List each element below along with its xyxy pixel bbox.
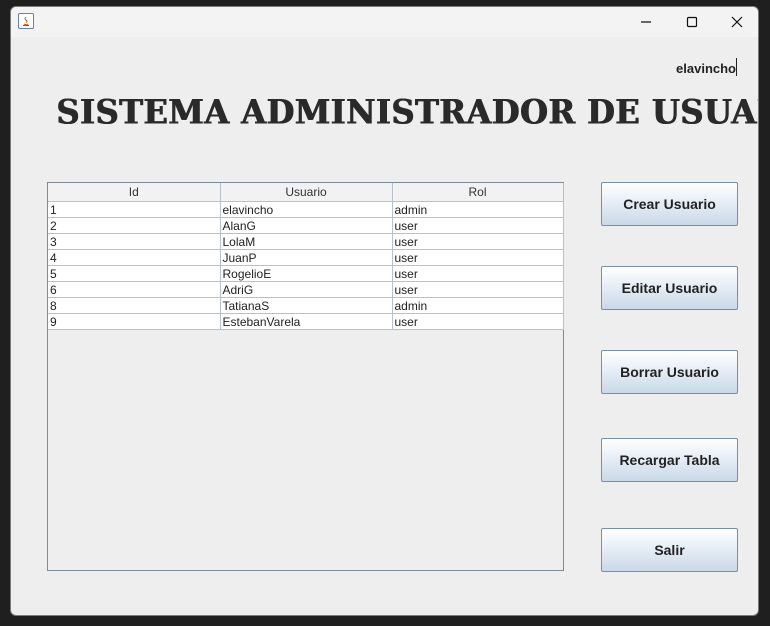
table-header-row: Id Usuario Rol xyxy=(48,183,564,202)
cell-id[interactable]: 1 xyxy=(48,201,221,218)
minimize-icon xyxy=(641,21,651,23)
cell-usuario[interactable]: TatianaS xyxy=(219,297,393,314)
cell-usuario[interactable]: RogelioE xyxy=(219,265,393,282)
crear-usuario-button[interactable]: Crear Usuario xyxy=(601,182,738,226)
title-bar xyxy=(11,7,758,37)
cell-id[interactable]: 8 xyxy=(48,297,221,314)
cell-rol[interactable]: user xyxy=(391,233,564,250)
page-title: SISTEMA ADMINISTRADOR DE USUARIOS xyxy=(56,92,758,132)
table-row[interactable]: 3 LolaM user xyxy=(48,233,564,250)
table-row[interactable]: 9 EstebanVarela user xyxy=(48,313,564,330)
table-row[interactable]: 8 TatianaS admin xyxy=(48,297,564,314)
cell-usuario[interactable]: JuanP xyxy=(219,249,393,266)
table-row[interactable]: 1 elavincho admin xyxy=(48,201,564,218)
cell-rol[interactable]: user xyxy=(391,217,564,234)
salir-button[interactable]: Salir xyxy=(601,528,738,572)
cell-rol[interactable]: admin xyxy=(391,297,564,314)
cell-usuario[interactable]: AdriG xyxy=(219,281,393,298)
cell-usuario[interactable]: LolaM xyxy=(219,233,393,250)
cell-id[interactable]: 2 xyxy=(48,217,221,234)
column-header-id[interactable]: Id xyxy=(48,183,221,202)
column-header-usuario[interactable]: Usuario xyxy=(219,183,393,202)
borrar-usuario-button[interactable]: Borrar Usuario xyxy=(601,350,738,394)
cell-rol[interactable]: user xyxy=(391,313,564,330)
cell-rol[interactable]: admin xyxy=(391,201,564,218)
logged-user-label: elavincho xyxy=(676,61,736,76)
text-caret xyxy=(736,58,737,76)
table-row[interactable]: 5 RogelioE user xyxy=(48,265,564,282)
minimize-button[interactable] xyxy=(623,7,669,37)
column-header-rol[interactable]: Rol xyxy=(391,183,564,202)
recargar-tabla-button[interactable]: Recargar Tabla xyxy=(601,438,738,482)
table-row[interactable]: 6 AdriG user xyxy=(48,281,564,298)
cell-rol[interactable]: user xyxy=(391,281,564,298)
cell-id[interactable]: 6 xyxy=(48,281,221,298)
cell-usuario[interactable]: elavincho xyxy=(219,201,393,218)
cell-id[interactable]: 4 xyxy=(48,249,221,266)
maximize-button[interactable] xyxy=(669,7,715,37)
java-app-icon[interactable] xyxy=(18,13,34,29)
table-row[interactable]: 2 AlanG user xyxy=(48,217,564,234)
cell-rol[interactable]: user xyxy=(391,249,564,266)
app-window: elavincho SISTEMA ADMINISTRADOR DE USUAR… xyxy=(10,6,759,616)
cell-usuario[interactable]: EstebanVarela xyxy=(219,313,393,330)
close-button[interactable] xyxy=(714,7,758,37)
cell-id[interactable]: 3 xyxy=(48,233,221,250)
editar-usuario-button[interactable]: Editar Usuario xyxy=(601,266,738,310)
cell-id[interactable]: 9 xyxy=(48,313,221,330)
maximize-icon xyxy=(686,16,698,28)
cell-usuario[interactable]: AlanG xyxy=(219,217,393,234)
table-row[interactable]: 4 JuanP user xyxy=(48,249,564,266)
users-table[interactable]: Id Usuario Rol 1 elavincho admin 2 AlanG… xyxy=(47,182,564,571)
cell-id[interactable]: 5 xyxy=(48,265,221,282)
close-icon xyxy=(731,16,743,28)
cell-rol[interactable]: user xyxy=(391,265,564,282)
